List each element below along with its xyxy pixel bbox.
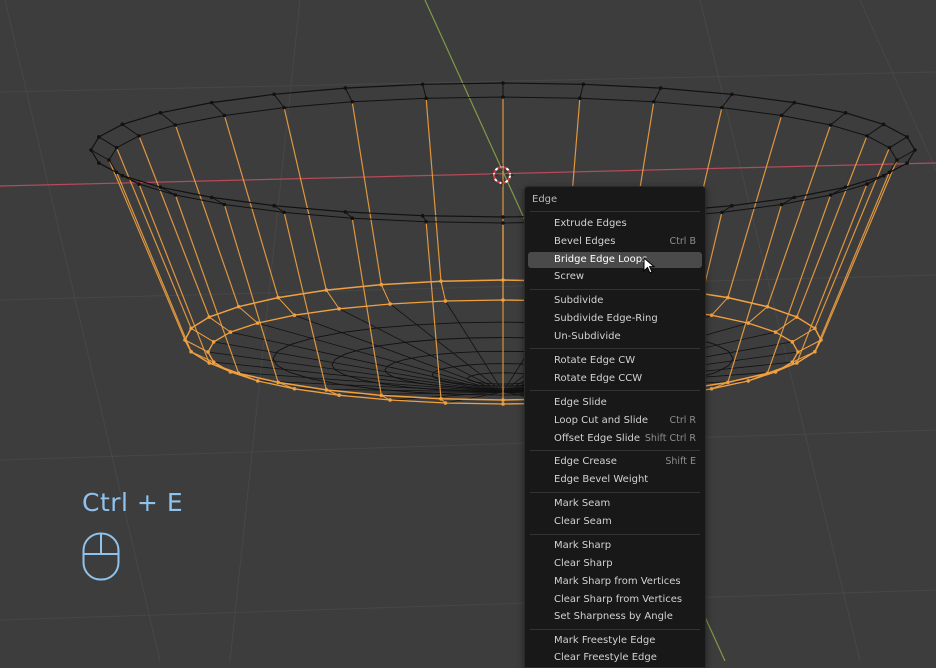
menu-separator	[530, 450, 700, 451]
menu-item-mark-freestyle-edge[interactable]: Mark Freestyle Edge	[528, 633, 702, 649]
menu-item-label: Mark Freestyle Edge	[554, 635, 656, 646]
menu-item-label: Clear Sharp from Vertices	[554, 594, 683, 605]
menu-item-bevel-edges[interactable]: Bevel Edges Ctrl B	[528, 234, 702, 250]
menu-item-label: Un-Subdivide	[554, 331, 621, 342]
menu-item-label: Edge Bevel Weight	[554, 474, 649, 485]
menu-item-edge-bevel-weight[interactable]: Edge Bevel Weight	[528, 472, 702, 488]
menu-separator	[530, 629, 700, 630]
menu-item-clear-sharp[interactable]: Clear Sharp	[528, 556, 702, 572]
menu-item-offset-edge-slide[interactable]: Offset Edge Slide Shift Ctrl R	[528, 431, 702, 447]
menu-item-bridge-edge-loops[interactable]: Bridge Edge Loops	[528, 252, 702, 268]
menu-item-rotate-edge-ccw[interactable]: Rotate Edge CCW	[528, 371, 702, 387]
menu-item-label: Extrude Edges	[554, 218, 627, 229]
menu-separator	[530, 211, 700, 212]
menu-item-extrude-edges[interactable]: Extrude Edges	[528, 216, 702, 232]
menu-item-label: Edge Crease	[554, 456, 617, 467]
menu-separator	[530, 390, 700, 391]
menu-separator	[530, 492, 700, 493]
menu-item-label: Subdivide Edge-Ring	[554, 313, 658, 324]
menu-item-set-sharpness-by-angle[interactable]: Set Sharpness by Angle	[528, 609, 702, 625]
menu-item-rotate-edge-cw[interactable]: Rotate Edge CW	[528, 353, 702, 369]
keyboard-shortcut-overlay: Ctrl + E	[82, 488, 184, 581]
menu-item-un-subdivide[interactable]: Un-Subdivide	[528, 329, 702, 345]
menu-item-edge-crease[interactable]: Edge Crease Shift E	[528, 454, 702, 470]
menu-item-label: Subdivide	[554, 295, 604, 306]
menu-separator	[530, 289, 700, 290]
menu-item-label: Bridge Edge Loops	[554, 254, 648, 265]
bowl-mesh	[89, 81, 917, 406]
menu-separator	[530, 348, 700, 349]
menu-item-edge-slide[interactable]: Edge Slide	[528, 395, 702, 411]
menu-item-label: Offset Edge Slide	[554, 433, 640, 444]
shortcut-text: Ctrl + E	[82, 488, 184, 517]
menu-item-label: Edge Slide	[554, 397, 607, 408]
edge-context-menu[interactable]: Edge Extrude Edges Bevel Edges Ctrl B Bridg…	[524, 186, 706, 668]
menu-item-label: Set Sharpness by Angle	[554, 611, 673, 622]
menu-item-loop-cut-and-slide[interactable]: Loop Cut and Slide Ctrl R	[528, 413, 702, 429]
menu-item-mark-sharp-from-vertices[interactable]: Mark Sharp from Vertices	[528, 574, 702, 590]
menu-item-label: Bevel Edges	[554, 236, 616, 247]
menu-item-label: Clear Sharp	[554, 558, 613, 569]
mouse-icon	[82, 532, 120, 581]
floor-grid	[0, 0, 936, 661]
menu-item-label: Clear Freestyle Edge	[554, 652, 657, 663]
menu-item-subdivide[interactable]: Subdivide	[528, 293, 702, 309]
menu-item-clear-freestyle-edge[interactable]: Clear Freestyle Edge	[528, 650, 702, 666]
menu-item-label: Clear Seam	[554, 516, 612, 527]
menu-item-label: Mark Sharp	[554, 540, 612, 551]
menu-item-clear-seam[interactable]: Clear Seam	[528, 514, 702, 530]
menu-item-subdivide-edge-ring[interactable]: Subdivide Edge-Ring	[528, 311, 702, 327]
menu-item-screw[interactable]: Screw	[528, 269, 702, 285]
menu-item-mark-sharp[interactable]: Mark Sharp	[528, 538, 702, 554]
menu-separator	[530, 534, 700, 535]
menu-item-label: Mark Sharp from Vertices	[554, 576, 681, 587]
menu-item-label: Mark Seam	[554, 498, 611, 509]
x-axis-line	[0, 162, 936, 187]
menu-item-clear-sharp-from-vertices[interactable]: Clear Sharp from Vertices	[528, 592, 702, 608]
menu-item-label: Rotate Edge CW	[554, 355, 636, 366]
menu-title: Edge	[532, 194, 558, 205]
menu-item-mark-seam[interactable]: Mark Seam	[528, 496, 702, 512]
3d-viewport[interactable]	[0, 0, 936, 661]
menu-item-shortcut: Ctrl B	[669, 236, 696, 247]
menu-item-label: Rotate Edge CCW	[554, 373, 643, 384]
mouse-pointer-icon	[643, 257, 656, 274]
menu-item-shortcut: Ctrl R	[669, 415, 696, 426]
menu-item-shortcut: Shift E	[665, 456, 696, 467]
menu-item-label: Loop Cut and Slide	[554, 415, 648, 426]
menu-item-shortcut: Shift Ctrl R	[644, 433, 696, 444]
menu-item-label: Screw	[554, 271, 585, 282]
3d-cursor-icon	[490, 163, 514, 187]
